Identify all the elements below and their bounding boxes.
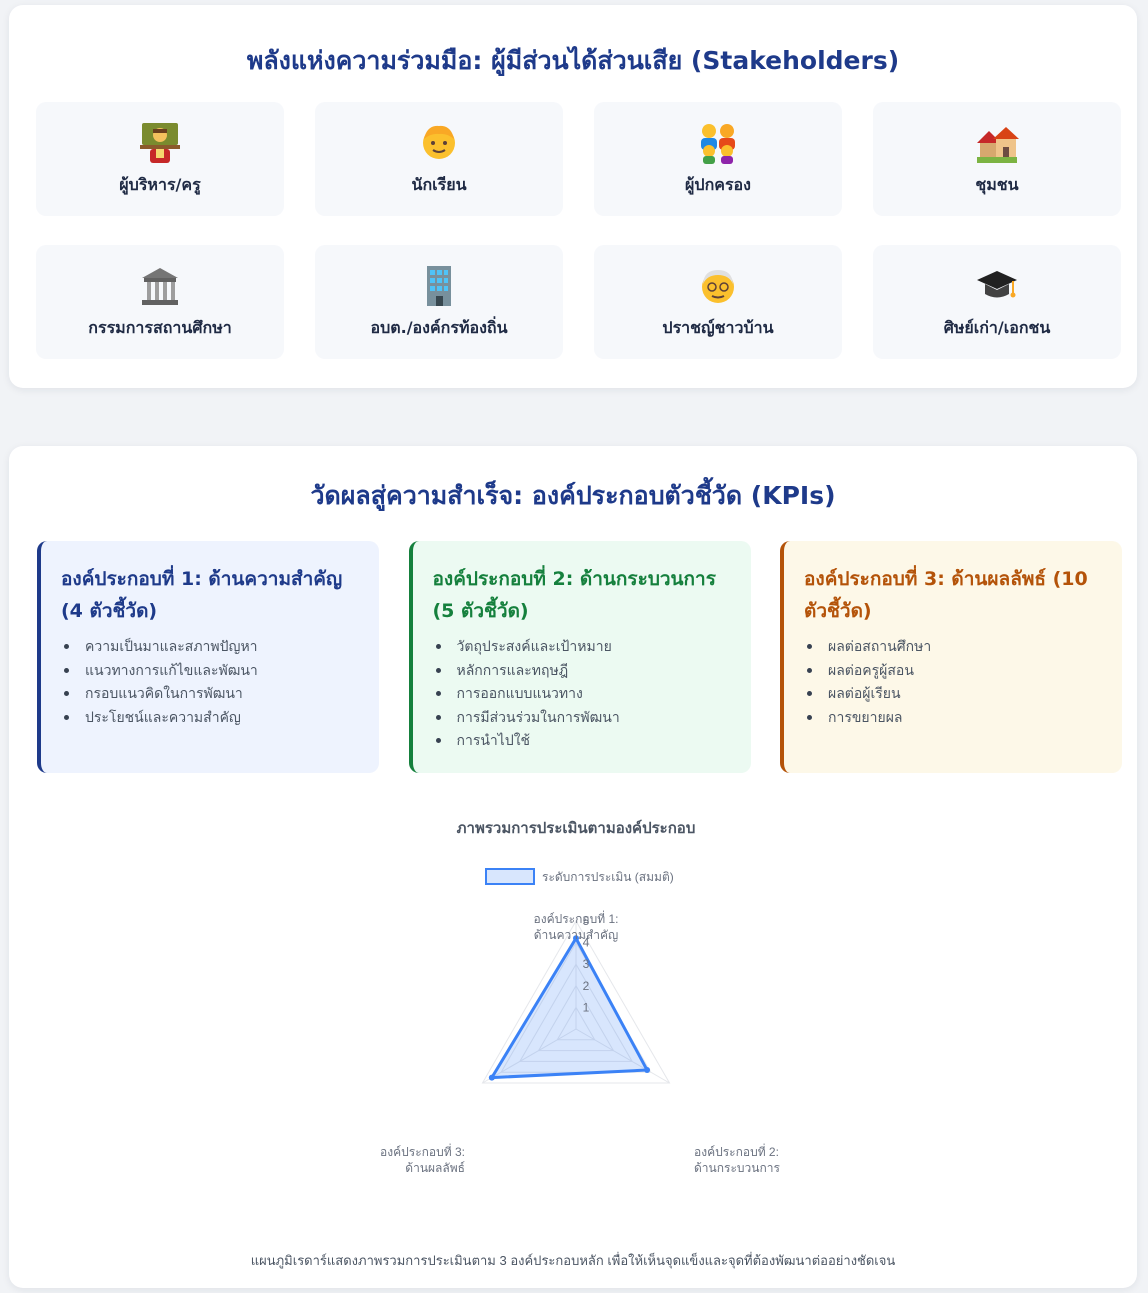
- kpi-indicator: การนำไปใช้: [433, 729, 733, 753]
- data-point: [488, 1074, 495, 1081]
- radar-chart: ภาพรวมการประเมินตามองค์ประกอบระดับการประ…: [380, 819, 780, 1175]
- stakeholder-label: ผู้บริหาร/ครู: [119, 174, 201, 194]
- series-area: [490, 936, 649, 1080]
- axis-label: องค์ประกอบที่ 1:: [534, 910, 619, 926]
- kpi-indicator-list: ความเป็นมาและสภาพปัญหา แนวทางการแก้ไขและ…: [61, 635, 361, 729]
- stakeholder-card: กรรมการสถานศึกษา: [36, 245, 284, 359]
- axis-label: ด้านผลลัพธ์: [405, 1161, 465, 1175]
- elder-icon: [702, 269, 734, 303]
- stakeholder-grid: ผู้บริหาร/ครู นักเรียน ผู้ปกครอง ชุมชน ก…: [36, 102, 1121, 359]
- stakeholder-label: นักเรียน: [411, 174, 467, 194]
- houses-icon: [977, 126, 1019, 163]
- kpi-indicator: ผลต่อครูผู้สอน: [804, 659, 1104, 683]
- tick-label: 3: [583, 957, 590, 971]
- stakeholder-card: ผู้บริหาร/ครู: [36, 102, 284, 216]
- kpi-indicator: ผลต่อสถานศึกษา: [804, 635, 1104, 659]
- classical-building-icon: [142, 267, 178, 305]
- tick-label: 1: [583, 1000, 590, 1014]
- stakeholder-card: ผู้ปกครอง: [594, 102, 842, 216]
- chart-title: ภาพรวมการประเมินตามองค์ประกอบ: [457, 819, 696, 837]
- stakeholder-label: ผู้ปกครอง: [685, 174, 751, 194]
- axis-label: องค์ประกอบที่ 2:: [694, 1143, 779, 1159]
- kpi-component-3: องค์ประกอบที่ 3: ด้านผลลัพธ์ (10 ตัวชี้ว…: [780, 541, 1122, 773]
- kpi-component-title: องค์ประกอบที่ 3: ด้านผลลัพธ์ (10 ตัวชี้ว…: [804, 568, 1088, 622]
- kpi-component-title: องค์ประกอบที่ 2: ด้านกระบวนการ (5 ตัวชี้…: [432, 568, 716, 622]
- kpi-indicator: การออกแบบแนวทาง: [433, 682, 733, 706]
- kpi-card: วัดผลสู่ความสำเร็จ: องค์ประกอบตัวชี้วัด …: [9, 446, 1137, 1288]
- kpi-component-1: องค์ประกอบที่ 1: ด้านความสำคัญ (4 ตัวชี้…: [37, 541, 379, 773]
- stakeholder-label: ปราชญ์ชาวบ้าน: [662, 317, 774, 337]
- stakeholder-label: ศิษย์เก่า/เอกชน: [943, 317, 1051, 337]
- kpi-component-2: องค์ประกอบที่ 2: ด้านกระบวนการ (5 ตัวชี้…: [408, 541, 751, 773]
- stakeholder-card: ชุมชน: [873, 102, 1121, 216]
- kpi-indicator: หลักการและทฤษฎี: [433, 659, 733, 683]
- legend-label: ระดับการประเมิน (สมมติ): [542, 870, 674, 884]
- kpi-indicator: กรอบแนวคิดในการพัฒนา: [61, 682, 361, 706]
- stakeholder-label: ชุมชน: [975, 174, 1019, 194]
- student-icon: [423, 125, 455, 159]
- kpi-component-title: องค์ประกอบที่ 1: ด้านความสำคัญ (4 ตัวชี้…: [61, 568, 343, 622]
- stakeholder-card: ศิษย์เก่า/เอกชน: [873, 245, 1121, 359]
- axis-label: ด้านความสำคัญ: [534, 928, 618, 942]
- kpi-indicator: ความเป็นมาและสภาพปัญหา: [61, 635, 361, 659]
- stakeholder-card: อบต./องค์กรท้องถิ่น: [315, 245, 563, 359]
- kpi-indicator: ผลต่อผู้เรียน: [804, 682, 1104, 706]
- kpi-indicator: แนวทางการแก้ไขและพัฒนา: [61, 659, 361, 683]
- kpi-indicator-list: วัตถุประสงค์และเป้าหมาย หลักการและทฤษฎี …: [433, 635, 733, 753]
- data-point: [644, 1067, 651, 1074]
- chart-footnote: แผนภูมิเรดาร์แสดงภาพรวมการประเมินตาม 3 อ…: [250, 1253, 896, 1268]
- kpi-components: องค์ประกอบที่ 1: ด้านความสำคัญ (4 ตัวชี้…: [37, 541, 1122, 773]
- stakeholder-card: ปราชญ์ชาวบ้าน: [594, 245, 842, 359]
- legend-swatch: [485, 868, 535, 885]
- stakeholder-label: กรรมการสถานศึกษา: [88, 317, 232, 337]
- kpi-indicator: ประโยชน์และความสำคัญ: [61, 706, 361, 730]
- teacher-icon: [140, 122, 180, 163]
- radar-chart-container: ภาพรวมการประเมินตามองค์ประกอบระดับการประ…: [9, 816, 1137, 1236]
- office-building-icon: [427, 265, 451, 306]
- axis-label: ด้านกระบวนการ: [694, 1161, 780, 1175]
- stakeholder-card: นักเรียน: [315, 102, 563, 216]
- tick-label: 2: [583, 979, 590, 993]
- kpi-indicator: การขยายผล: [804, 706, 1104, 730]
- graduation-cap-icon: [977, 270, 1017, 297]
- kpi-indicator: การมีส่วนร่วมในการพัฒนา: [433, 706, 733, 730]
- axis-label: องค์ประกอบที่ 3:: [380, 1143, 465, 1159]
- stakeholders-title: พลังแห่งความร่วมมือ: ผู้มีส่วนได้ส่วนเสี…: [246, 46, 900, 75]
- stakeholder-label: อบต./องค์กรท้องถิ่น: [370, 317, 508, 337]
- kpi-indicator-list: ผลต่อสถานศึกษา ผลต่อครูผู้สอน ผลต่อผู้เร…: [804, 635, 1104, 729]
- stakeholders-card: พลังแห่งความร่วมมือ: ผู้มีส่วนได้ส่วนเสี…: [9, 5, 1137, 388]
- kpi-title: วัดผลสู่ความสำเร็จ: องค์ประกอบตัวชี้วัด …: [310, 481, 836, 510]
- family-icon: [701, 123, 735, 164]
- kpi-indicator: วัตถุประสงค์และเป้าหมาย: [433, 635, 733, 659]
